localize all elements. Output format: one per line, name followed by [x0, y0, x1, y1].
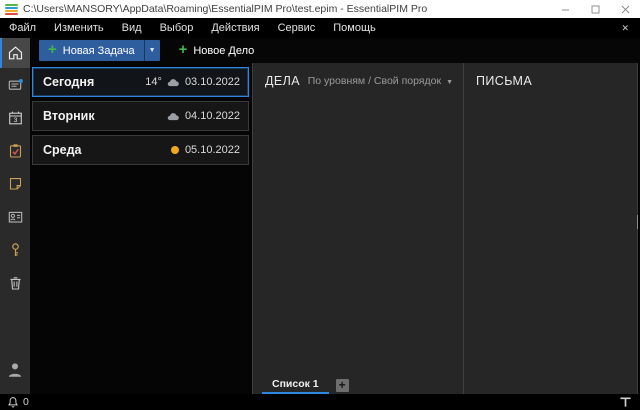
tasks-sort-dropdown[interactable]: По уровням / Свой порядок ▼ — [308, 75, 453, 87]
sidebar-item-calendar[interactable]: 3 — [0, 101, 30, 134]
menu-edit[interactable]: Изменить — [45, 18, 113, 38]
mail-icon — [8, 78, 23, 90]
menubar-close-icon[interactable]: ✕ — [610, 23, 640, 34]
mail-list-empty — [464, 95, 637, 394]
menu-actions[interactable]: Действия — [202, 18, 268, 38]
new-todo-button[interactable]: + Новое Дело — [170, 40, 264, 61]
tasks-panel-title: ДЕЛА — [265, 74, 300, 88]
cloud-icon — [167, 111, 180, 121]
panels-row: Сегодня 14° 03.10.2022 Вторник 04.10.202… — [30, 63, 640, 394]
minimize-button[interactable] — [550, 0, 580, 18]
chevron-down-icon: ▼ — [446, 78, 453, 86]
notes-icon — [9, 177, 21, 190]
new-task-dropdown-button[interactable]: ▼ — [143, 40, 160, 61]
new-todo-label: Новое Дело — [193, 44, 255, 57]
sidebar-item-mail[interactable] — [0, 68, 30, 101]
day-row-today[interactable]: Сегодня 14° 03.10.2022 — [32, 67, 249, 97]
tasks-icon — [9, 143, 21, 158]
notification-count: 0 — [23, 396, 29, 408]
new-task-button[interactable]: + Новая Задача — [39, 40, 144, 61]
content-area: + Новая Задача ▼ + Новое Дело Сегодня 14… — [30, 38, 640, 394]
panel-layout-button[interactable] — [619, 396, 632, 408]
window-title: C:\Users\MANSORY\AppData\Roaming\Essenti… — [23, 3, 428, 15]
close-icon — [621, 5, 629, 13]
sidebar-item-today[interactable] — [0, 38, 30, 68]
menu-select[interactable]: Выбор — [151, 18, 203, 38]
new-task-button-group: + Новая Задача ▼ — [39, 40, 160, 61]
splitter-handle[interactable] — [637, 215, 638, 230]
tasks-panel: ДЕЛА По уровням / Свой порядок ▼ Список … — [252, 63, 463, 394]
chevron-down-icon: ▼ — [148, 47, 156, 54]
day-label: Сегодня — [43, 75, 95, 89]
cloud-icon — [167, 77, 180, 87]
calendar-icon: 3 — [8, 111, 22, 124]
day-list: Сегодня 14° 03.10.2022 Вторник 04.10.202… — [30, 63, 252, 394]
mail-panel-title: ПИСЬМА — [476, 74, 533, 88]
tab-list-1[interactable]: Список 1 — [262, 376, 329, 394]
contacts-icon — [8, 211, 22, 223]
day-date: 04.10.2022 — [184, 110, 240, 122]
main-area: 3 + Новая Задача ▼ + Новое Дело Сегодня … — [0, 38, 640, 394]
user-avatar[interactable] — [0, 353, 30, 386]
avatar-icon — [8, 362, 22, 377]
plus-icon: + — [178, 41, 188, 58]
sort-label: По уровням / Свой порядок — [307, 75, 442, 87]
day-row-wednesday[interactable]: Среда 05.10.2022 — [32, 135, 249, 165]
bell-icon — [8, 396, 18, 407]
maximize-icon — [591, 5, 599, 13]
maximize-button[interactable] — [580, 0, 610, 18]
day-date: 05.10.2022 — [184, 144, 240, 156]
sidebar-item-tasks[interactable] — [0, 134, 30, 167]
sidebar-item-notes[interactable] — [0, 167, 30, 200]
trash-icon — [10, 276, 20, 290]
menu-view[interactable]: Вид — [113, 18, 151, 38]
add-list-button[interactable]: + — [335, 378, 349, 392]
key-icon — [11, 242, 19, 256]
new-task-label: Новая Задача — [62, 44, 135, 57]
app-logo-icon — [5, 3, 18, 15]
minimize-icon — [561, 9, 569, 10]
day-label: Среда — [43, 143, 82, 157]
day-label: Вторник — [43, 109, 95, 123]
notifications-indicator[interactable]: 0 — [7, 396, 29, 409]
temperature-value: 14° — [145, 76, 162, 88]
sidebar-item-passwords[interactable] — [0, 233, 30, 266]
mail-panel: ПИСЬМА — [463, 63, 638, 394]
sidebar-item-trash[interactable] — [0, 266, 30, 299]
menu-bar: Файл Изменить Вид Выбор Действия Сервис … — [0, 18, 640, 38]
layout-t-icon — [620, 397, 631, 407]
plus-icon: + — [48, 41, 57, 58]
module-sidebar: 3 — [0, 38, 30, 394]
sidebar-item-contacts[interactable] — [0, 200, 30, 233]
tasks-list-empty — [253, 95, 463, 376]
day-date: 03.10.2022 — [184, 76, 240, 88]
status-bar: 0 — [0, 394, 640, 410]
menu-file[interactable]: Файл — [0, 18, 45, 38]
action-toolbar: + Новая Задача ▼ + Новое Дело — [30, 38, 640, 63]
home-icon — [8, 46, 22, 60]
close-button[interactable] — [610, 0, 640, 18]
svg-text:3: 3 — [13, 117, 17, 124]
task-list-tabs: Список 1 + — [253, 376, 463, 394]
day-row-tuesday[interactable]: Вторник 04.10.2022 — [32, 101, 249, 131]
menu-service[interactable]: Сервис — [269, 18, 325, 38]
menu-help[interactable]: Помощь — [324, 18, 385, 38]
title-bar: C:\Users\MANSORY\AppData\Roaming\Essenti… — [0, 0, 640, 18]
sun-icon — [170, 145, 180, 155]
